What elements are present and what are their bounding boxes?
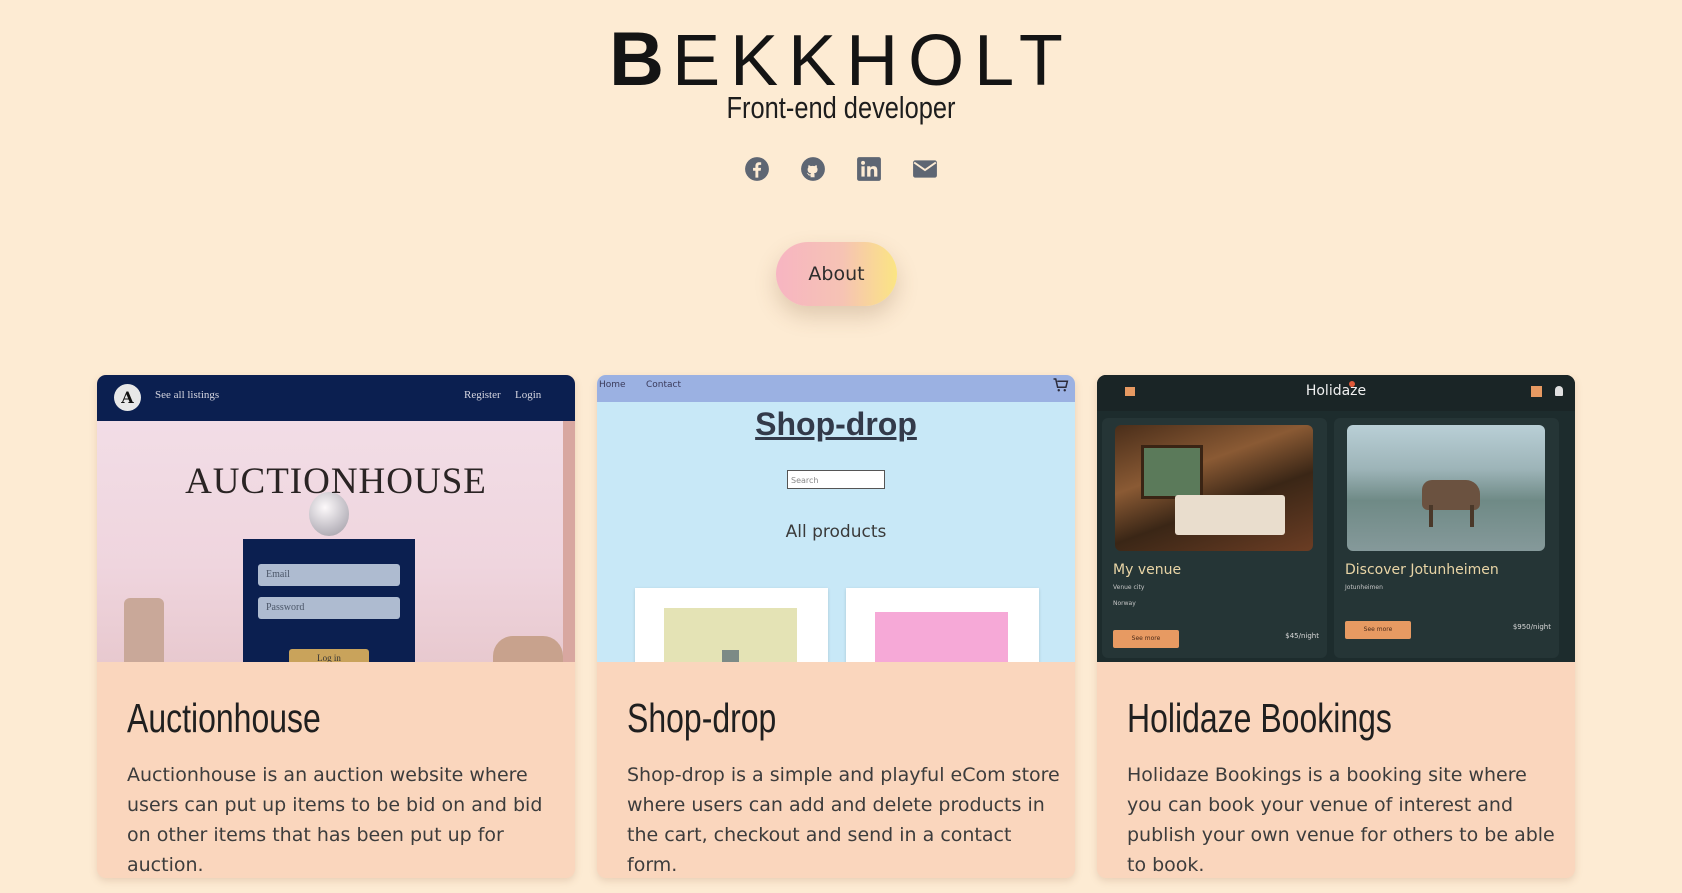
venue-price: $950/night [1512,623,1551,631]
project-card-auctionhouse[interactable]: A See all listings Register Login AUCTIO… [97,375,575,878]
screenshot-title: AUCTIONHOUSE [185,461,487,502]
venue-see-more-button: See more [1345,621,1411,639]
screenshot-search-field: Search [787,470,885,489]
project-screenshot: A See all listings Register Login AUCTIO… [97,375,575,662]
vase-decoration [124,598,164,662]
screenshot-venue-card: My venue Venue city Norway See more $45/… [1102,418,1327,658]
venue-country: Norway [1113,600,1136,607]
venue-city: Venue city [1113,584,1145,591]
screenshot-product-card [846,588,1039,662]
screenshot-brand: Holidaze [1305,383,1367,399]
screenshot-login-button: Log in [289,649,369,662]
screenshot-nav-link: Register [464,389,501,401]
user-icon [1555,386,1563,396]
screenshot-password-field: Password [258,597,400,619]
tagline: Front-end developer [726,90,956,125]
product-image-detail [722,650,739,662]
screenshot-product-card [635,588,828,662]
screenshot-nav-link: Contact [646,380,682,390]
screenshot-nav-link: Home [599,380,626,390]
project-title: Holidaze Bookings [1127,695,1392,741]
project-description: Holidaze Bookings is a booking site wher… [1127,764,1555,876]
photo-detail [1429,505,1433,527]
venue-name: Discover Jotunheimen [1345,562,1499,578]
email-icon[interactable] [912,156,938,182]
screenshot-venue-card: Discover Jotunheimen Jotunheimen See mor… [1334,418,1559,658]
curtain-decoration [563,421,575,662]
calendar-icon [1531,386,1542,397]
photo-detail [1175,495,1285,535]
project-description: Shop-drop is a simple and playful eCom s… [627,764,1060,876]
project-screenshot: Home Contact Shop-drop Search All produc… [597,375,1075,662]
product-image [875,612,1008,662]
project-description: Auctionhouse is an auction website where… [127,764,543,876]
project-screenshot: Holidaze My venue Venue city Norway See … [1097,375,1575,662]
venue-price: $45/night [1285,632,1319,640]
linkedin-icon[interactable] [856,156,882,182]
venue-photo [1347,425,1545,551]
screenshot-email-field: Email [258,564,400,586]
screenshot-navbar: Home Contact [597,375,1075,402]
photo-detail [1470,505,1474,527]
project-title: Auctionhouse [127,695,321,741]
screenshot-navbar: Holidaze [1097,375,1575,411]
vase-decoration [493,636,563,662]
venue-see-more-button: See more [1113,630,1179,648]
venue-photo [1115,425,1313,551]
facebook-icon[interactable] [744,156,770,182]
notification-dot [1349,381,1355,387]
project-card-shop-drop[interactable]: Home Contact Shop-drop Search All produc… [597,375,1075,878]
screenshot-nav-link: Login [515,389,542,401]
venue-city: Jotunheimen [1345,584,1383,591]
photo-detail [1141,445,1203,499]
screenshot-nav-link: See all listings [155,389,220,401]
social-links [0,156,1682,182]
about-button[interactable]: About [776,242,897,306]
venue-name: My venue [1113,562,1182,578]
cart-icon [1053,378,1069,392]
project-card-holidaze[interactable]: Holidaze My venue Venue city Norway See … [1097,375,1575,878]
screenshot-navbar: A See all listings Register Login [97,375,575,421]
screenshot-login-form: Email Password Log in [243,539,415,662]
site-logo: BEKKHOLT [0,21,1682,101]
logo-rest: EKKHOLT [672,21,1073,101]
github-icon[interactable] [800,156,826,182]
screenshot-subtitle: All products [785,522,887,542]
project-title: Shop-drop [627,695,777,741]
screenshot-logo: A [114,384,141,411]
screenshot-title: Shop-drop [755,406,917,442]
